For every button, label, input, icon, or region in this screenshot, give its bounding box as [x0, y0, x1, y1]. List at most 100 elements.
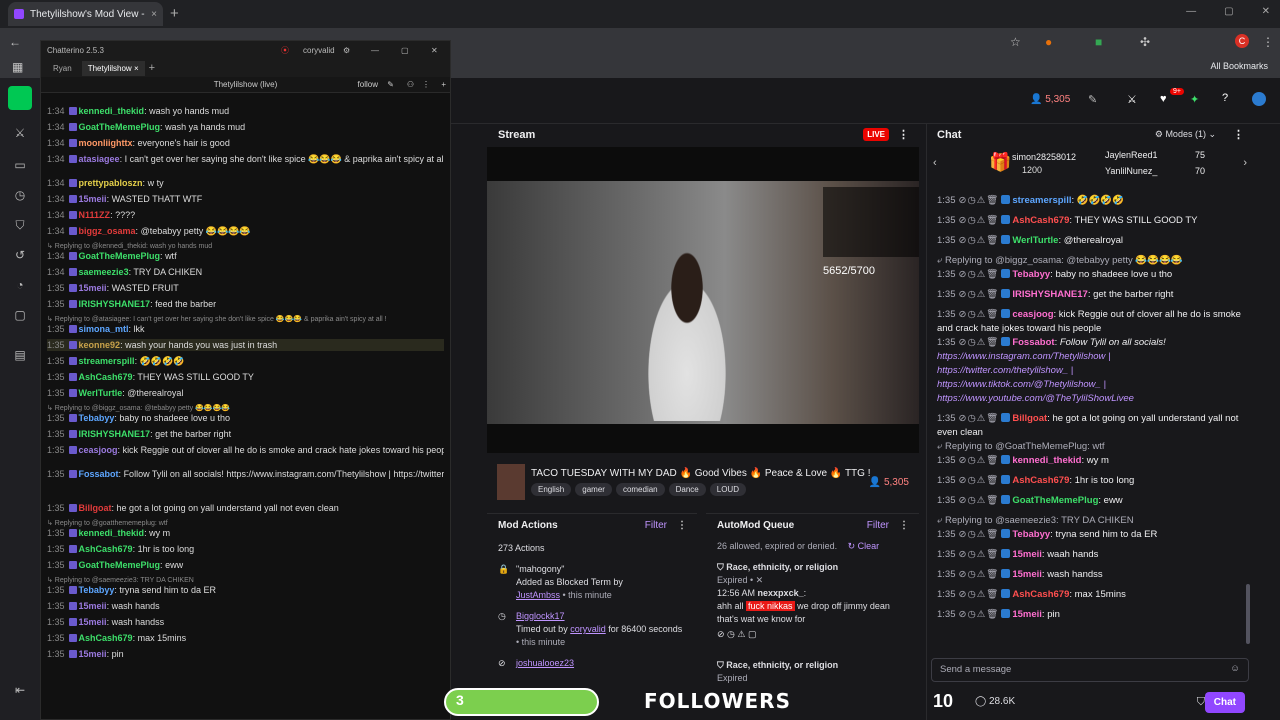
username[interactable]: IRISHYSHANE17: [79, 299, 151, 309]
layout-icon[interactable]: ▤: [12, 348, 28, 364]
moderator-link[interactable]: coryvalid: [570, 624, 606, 634]
maximize-icon[interactable]: ▢: [1224, 6, 1233, 17]
user-link[interactable]: joshualooez23: [516, 657, 687, 670]
social-link[interactable]: https://www.youtube.com/@TheTylilShowLiv…: [937, 392, 1243, 406]
extensions-puzzle-icon[interactable]: ✣: [1140, 35, 1150, 49]
chat-icon[interactable]: ▭: [12, 158, 28, 174]
username[interactable]: saemeezie3: [79, 267, 129, 277]
username[interactable]: GoatTheMemePlug: [1012, 495, 1098, 506]
mod-action-icons[interactable]: ⊘◷⚠🗑: [959, 609, 1000, 620]
username[interactable]: AshCash679: [1012, 589, 1069, 600]
username[interactable]: AshCash679: [1012, 475, 1069, 486]
username[interactable]: GoatTheMemePlug: [79, 560, 161, 570]
filter-button[interactable]: Filter: [645, 520, 667, 531]
sword-icon[interactable]: ⚔: [12, 126, 28, 142]
mod-action-icons[interactable]: ⊘◷⚠🗑: [959, 495, 1000, 506]
follow-button[interactable]: follow: [358, 80, 378, 89]
mod-action-icons[interactable]: ⊘◷⚠🗑: [959, 195, 1000, 206]
mod-action-icons[interactable]: ⊘◷⚠🗑: [959, 529, 1000, 540]
gifter-name[interactable]: simon28258012: [1012, 152, 1076, 162]
tab-close-icon[interactable]: ×: [151, 9, 157, 20]
apps-grid-icon[interactable]: ▦: [12, 60, 23, 74]
more-options-icon[interactable]: ⋮: [899, 520, 909, 531]
close-window-icon[interactable]: ✕: [431, 46, 438, 55]
username[interactable]: WerlTurtle: [79, 388, 123, 398]
mod-action-icons[interactable]: ⊘◷⚠🗑: [959, 269, 1000, 280]
new-tab-button[interactable]: +: [170, 5, 179, 22]
mod-action-icons[interactable]: ⊘◷⚠🗑: [959, 309, 1000, 320]
mod-action-icons[interactable]: ⊘◷⚠🗑: [959, 413, 1000, 424]
username[interactable]: GoatTheMemePlug: [79, 122, 161, 132]
notifications-icon[interactable]: ♥: [1160, 93, 1167, 105]
close-window-icon[interactable]: ✕: [1262, 6, 1270, 17]
social-link[interactable]: https://www.tiktok.com/@Thetylilshow_ |: [937, 378, 1243, 392]
more-options-icon[interactable]: ⋮: [898, 128, 909, 141]
clear-button[interactable]: ↻ Clear: [848, 541, 880, 551]
gifter-name[interactable]: JaylenReed1: [1105, 150, 1158, 160]
username[interactable]: biggz_osama: [79, 226, 136, 236]
username[interactable]: N111ZZ: [79, 210, 111, 220]
tab-close-icon[interactable]: ×: [134, 64, 139, 73]
edit-icon[interactable]: ✎: [387, 80, 394, 89]
mod-action-icons[interactable]: ⊘◷⚠🗑: [959, 589, 1000, 600]
username[interactable]: Tebabyy: [1012, 269, 1050, 280]
username[interactable]: kennedi_thekid: [79, 106, 145, 116]
chat-scrollbar[interactable]: [1246, 584, 1250, 644]
automod-actions[interactable]: ⊘ ◷ ⚠ ▢: [717, 628, 909, 641]
maximize-icon[interactable]: ▢: [401, 46, 409, 55]
prev-arrow-icon[interactable]: ‹: [933, 157, 937, 169]
mod-action-icons[interactable]: ⊘◷⚠🗑: [959, 337, 1000, 348]
channel-points[interactable]: ◯ 28.6K: [975, 696, 1015, 707]
username[interactable]: streamerspill: [79, 356, 135, 366]
moderator-link[interactable]: JustAmbss: [516, 590, 560, 600]
username[interactable]: WerlTurtle: [1012, 235, 1058, 246]
more-menu-icon[interactable]: ⋮: [1262, 35, 1274, 49]
all-bookmarks[interactable]: All Bookmarks: [1210, 61, 1268, 71]
username[interactable]: 15meii: [79, 601, 107, 611]
username[interactable]: prettypabloszn: [79, 178, 143, 188]
mod-action-icons[interactable]: ⊘◷⚠🗑: [959, 235, 1000, 246]
video-player[interactable]: 5652/5700: [487, 147, 919, 453]
minimize-icon[interactable]: —: [1186, 6, 1196, 17]
username[interactable]: Billgoat: [79, 503, 112, 513]
username[interactable]: Fossabot: [1012, 337, 1054, 348]
collapse-icon[interactable]: ⇤: [12, 683, 28, 699]
username[interactable]: ceasjoog: [1012, 309, 1053, 320]
username[interactable]: 15meii: [79, 617, 107, 627]
username[interactable]: moonliighttx: [79, 138, 133, 148]
activity-icon[interactable]: ▢: [12, 308, 28, 324]
tag[interactable]: comedian: [615, 483, 665, 496]
username[interactable]: AshCash679: [79, 544, 133, 554]
filter-button[interactable]: Filter: [867, 520, 889, 531]
extension-icon[interactable]: ●: [1045, 35, 1052, 49]
username[interactable]: 15meii: [1012, 569, 1042, 580]
username[interactable]: 15meii: [79, 283, 107, 293]
username[interactable]: 15meii: [1012, 549, 1042, 560]
username[interactable]: keonne92: [79, 340, 121, 350]
more-options-icon[interactable]: ⋮: [422, 80, 430, 89]
mod-action-icons[interactable]: ⊘◷⚠🗑: [959, 569, 1000, 580]
username[interactable]: kennedi_thekid: [1012, 455, 1081, 466]
social-link[interactable]: https://twitter.com/thetylilshow_ |: [937, 364, 1243, 378]
extension-icon[interactable]: ■: [1095, 35, 1102, 49]
shield-icon[interactable]: ⛉: [12, 218, 28, 234]
tag[interactable]: gamer: [575, 483, 612, 496]
help-icon[interactable]: ?: [1222, 92, 1228, 104]
browser-tab[interactable]: Thetylilshow's Mod View - ×: [8, 2, 163, 26]
social-link[interactable]: https://www.instagram.com/Thetylilshow |: [937, 350, 1243, 364]
username[interactable]: Tebabyy: [1012, 529, 1050, 540]
modes-dropdown[interactable]: ⚙ Modes (1) ⌄: [1155, 129, 1216, 140]
tag[interactable]: English: [531, 483, 572, 496]
next-arrow-icon[interactable]: ›: [1243, 157, 1247, 169]
mod-action-icons[interactable]: ⊘◷⚠🗑: [959, 549, 1000, 560]
emote-picker-icon[interactable]: ☺: [1230, 663, 1240, 674]
username[interactable]: AshCash679: [1012, 215, 1069, 226]
add-split-icon[interactable]: +: [441, 80, 446, 89]
username[interactable]: kennedi_thekid: [79, 528, 145, 538]
user-link[interactable]: Bigglockk17: [516, 610, 687, 623]
minimize-icon[interactable]: —: [371, 46, 379, 55]
username[interactable]: AshCash679: [79, 633, 133, 643]
username[interactable]: atasiagee: [79, 154, 120, 164]
channel-avatar[interactable]: [497, 464, 525, 500]
username[interactable]: 15meii: [79, 649, 107, 659]
